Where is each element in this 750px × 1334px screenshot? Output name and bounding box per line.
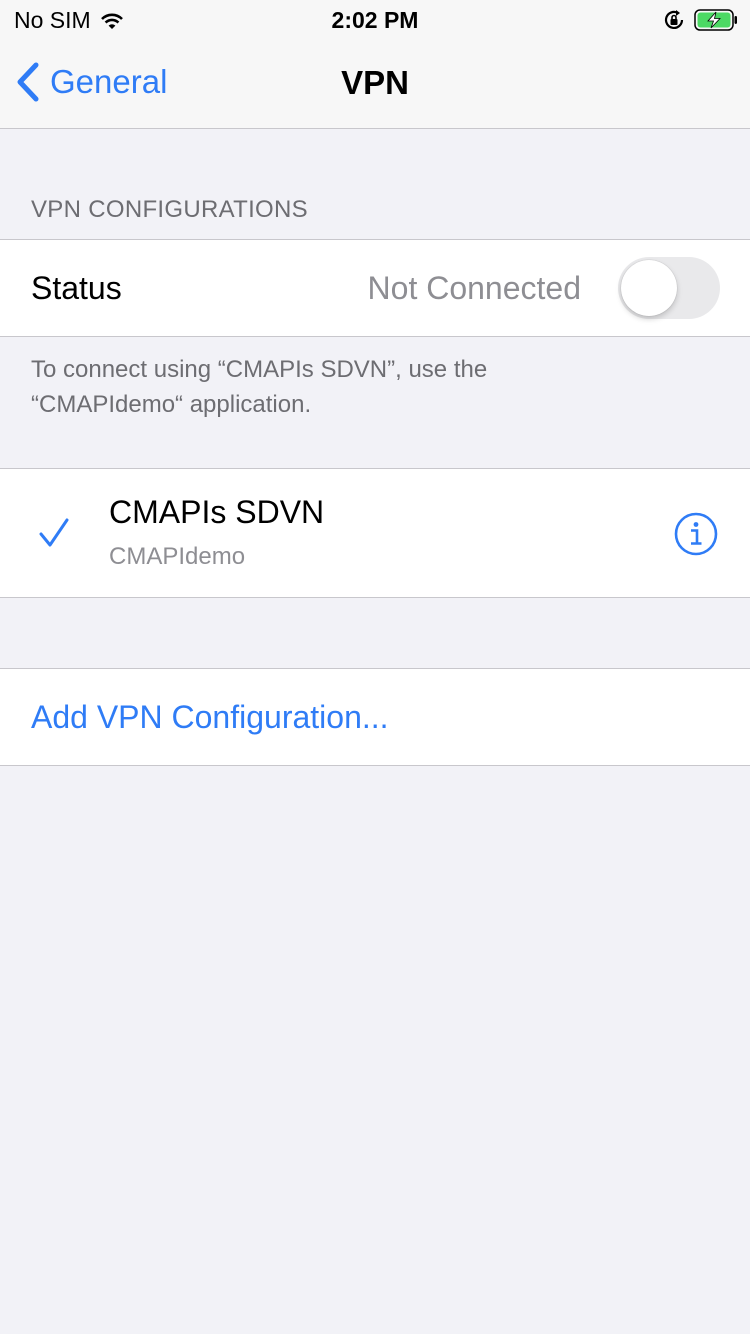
add-vpn-configuration-label: Add VPN Configuration... <box>31 699 389 735</box>
battery-charging-icon <box>694 9 737 31</box>
status-row: Status Not Connected <box>0 239 750 337</box>
page-title: VPN <box>341 64 409 101</box>
navigation-bar: General VPN <box>0 40 750 129</box>
vpn-name: CMAPIs SDVN <box>109 494 325 530</box>
orientation-lock-icon <box>664 10 684 29</box>
status-label: Status <box>31 270 122 306</box>
vpn-configuration-row[interactable]: CMAPIs SDVN CMAPIdemo <box>0 468 750 598</box>
section-footer-text: To connect using “CMAPIs SDVN”, use the … <box>31 356 488 418</box>
status-bar: No SIM 2:02 PM <box>0 0 750 40</box>
checkmark-icon <box>39 518 69 547</box>
vpn-app-name: CMAPIdemo <box>109 543 246 570</box>
status-time: 2:02 PM <box>331 7 419 33</box>
vpn-toggle[interactable] <box>618 257 720 319</box>
status-bar-right <box>662 8 738 32</box>
toggle-knob <box>621 260 677 316</box>
section-header: VPN CONFIGURATIONS <box>31 196 308 223</box>
status-value: Not Connected <box>367 270 581 306</box>
info-icon[interactable] <box>674 512 718 556</box>
add-vpn-configuration-button[interactable]: Add VPN Configuration... <box>0 668 750 766</box>
